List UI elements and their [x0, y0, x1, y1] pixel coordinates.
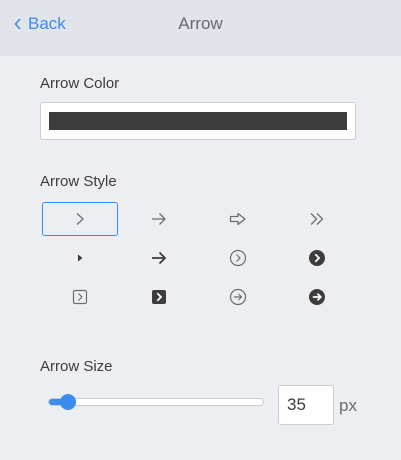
style-option-circle-outline-arrow-right[interactable] [200, 280, 276, 314]
arrow-color-picker[interactable] [40, 102, 356, 140]
triangle-right-icon [78, 254, 83, 262]
style-option-circle-filled-chevron-right[interactable] [279, 241, 355, 275]
style-option-triangle-right[interactable] [42, 241, 118, 275]
arrow-style-label: Arrow Style [40, 173, 117, 190]
circle-arrow-right-icon [229, 288, 247, 306]
style-option-circle-outline-chevron-right[interactable] [200, 241, 276, 275]
size-unit-label: px [339, 396, 357, 415]
bold-arrow-right-icon [152, 251, 167, 265]
style-option-outline-block-arrow-right[interactable] [200, 202, 276, 236]
color-swatch [49, 112, 347, 130]
style-option-square-filled-chevron-right[interactable] [121, 280, 197, 314]
filled-circle-arrow-right-icon [309, 289, 325, 305]
style-option-bold-arrow-right[interactable] [121, 241, 197, 275]
panel-header: Back Arrow [0, 0, 401, 56]
style-option-square-outline-chevron-right[interactable] [42, 280, 118, 314]
filled-circle-chevron-right-icon [309, 250, 325, 266]
arrow-size-label: Arrow Size [40, 358, 113, 375]
thin-arrow-right-icon [152, 213, 166, 225]
filled-square-chevron-right-icon [152, 290, 166, 304]
circle-chevron-right-icon [229, 249, 247, 267]
style-option-double-chevron-right[interactable] [279, 202, 355, 236]
style-option-chevron-right[interactable] [42, 202, 118, 236]
style-option-thin-arrow-right[interactable] [121, 202, 197, 236]
arrow-style-grid [40, 200, 356, 318]
square-chevron-right-icon [72, 289, 88, 305]
slider-handle[interactable] [60, 394, 76, 410]
chevron-right-icon [76, 213, 84, 225]
outline-block-arrow-right-icon [229, 212, 246, 226]
style-option-circle-filled-arrow-right[interactable] [279, 280, 355, 314]
arrow-color-label: Arrow Color [40, 75, 120, 92]
panel-title: Arrow [178, 14, 223, 33]
arrow-size-input[interactable] [278, 385, 334, 425]
double-chevron-right-icon [310, 213, 324, 225]
arrow-size-slider[interactable] [48, 394, 264, 410]
